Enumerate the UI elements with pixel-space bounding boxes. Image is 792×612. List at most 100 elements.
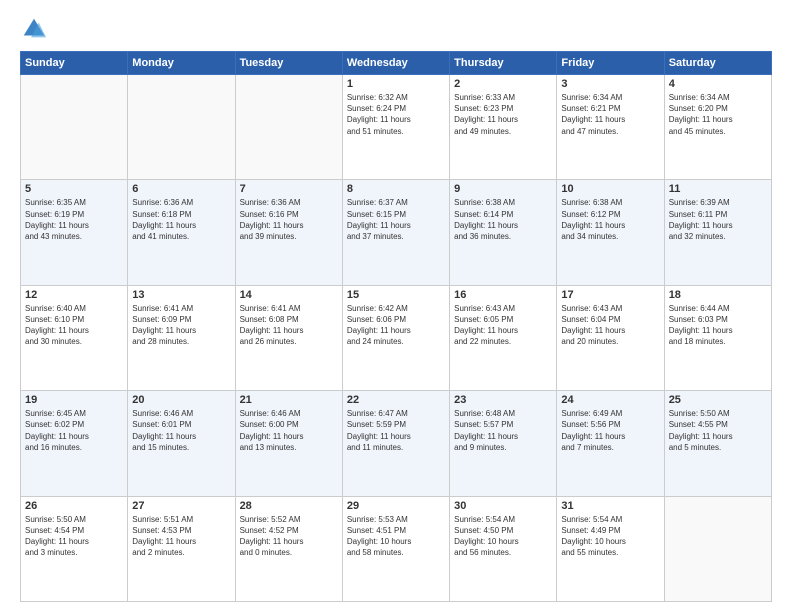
day-number: 10 xyxy=(561,183,659,195)
calendar-cell: 24Sunrise: 6:49 AM Sunset: 5:56 PM Dayli… xyxy=(557,391,664,496)
calendar-cell: 26Sunrise: 5:50 AM Sunset: 4:54 PM Dayli… xyxy=(21,496,128,601)
weekday-header-wednesday: Wednesday xyxy=(342,52,449,75)
day-number: 11 xyxy=(669,183,767,195)
week-row-1: 1Sunrise: 6:32 AM Sunset: 6:24 PM Daylig… xyxy=(21,75,772,180)
day-number: 20 xyxy=(132,394,230,406)
calendar-cell: 14 Sunrise: 6:41 AM Sunset: 6:08 PM Dayli… xyxy=(235,285,342,390)
cell-info: Sunrise: 6:38 AM Sunset: 6:14 PM Dayligh… xyxy=(454,197,552,242)
day-number: 31 xyxy=(561,500,659,512)
calendar-cell: 12 Sunrise: 6:40 AM Sunset: 6:10 PM Dayli… xyxy=(21,285,128,390)
cell-info: Sunrise: 6:42 AM Sunset: 6:06 PM Dayligh… xyxy=(347,303,445,348)
weekday-header-saturday: Saturday xyxy=(664,52,771,75)
cell-info: Sunrise: 6:36 AM Sunset: 6:18 PM Dayligh… xyxy=(132,197,230,242)
cell-info: Sunrise: 6:36 AM Sunset: 6:16 PM Dayligh… xyxy=(240,197,338,242)
cell-info: Sunrise: 6:44 AM Sunset: 6:03 PM Dayligh… xyxy=(669,303,767,348)
header xyxy=(20,15,772,43)
calendar-cell: 13Sunrise: 6:41 AM Sunset: 6:09 PM Dayli… xyxy=(128,285,235,390)
day-number: 5 xyxy=(25,183,123,195)
cell-info: Sunrise: 6:41 AM Sunset: 6:08 PM Dayligh… xyxy=(240,303,338,348)
day-number: 28 xyxy=(240,500,338,512)
day-number: 29 xyxy=(347,500,445,512)
calendar-cell: 18 Sunrise: 6:44 AM Sunset: 6:03 PM Dayli… xyxy=(664,285,771,390)
calendar-cell: 9 Sunrise: 6:38 AM Sunset: 6:14 PM Daylig… xyxy=(450,180,557,285)
day-number: 8 xyxy=(347,183,445,195)
weekday-header-monday: Monday xyxy=(128,52,235,75)
calendar-cell: 31 Sunrise: 5:54 AM Sunset: 4:49 PM Dayli… xyxy=(557,496,664,601)
weekday-header-thursday: Thursday xyxy=(450,52,557,75)
calendar-cell: 15 Sunrise: 6:42 AM Sunset: 6:06 PM Dayli… xyxy=(342,285,449,390)
calendar-cell: 6 Sunrise: 6:36 AM Sunset: 6:18 PM Daylig… xyxy=(128,180,235,285)
calendar-cell xyxy=(21,75,128,180)
calendar-cell: 23Sunrise: 6:48 AM Sunset: 5:57 PM Dayli… xyxy=(450,391,557,496)
calendar-cell: 16 Sunrise: 6:43 AM Sunset: 6:05 PM Dayli… xyxy=(450,285,557,390)
calendar-cell: 17 Sunrise: 6:43 AM Sunset: 6:04 PM Dayli… xyxy=(557,285,664,390)
weekday-header-friday: Friday xyxy=(557,52,664,75)
cell-info: Sunrise: 6:49 AM Sunset: 5:56 PM Dayligh… xyxy=(561,408,659,453)
cell-info: Sunrise: 6:39 AM Sunset: 6:11 PM Dayligh… xyxy=(669,197,767,242)
cell-info: Sunrise: 6:41 AM Sunset: 6:09 PM Dayligh… xyxy=(132,303,230,348)
day-number: 15 xyxy=(347,289,445,301)
cell-info: Sunrise: 6:43 AM Sunset: 6:05 PM Dayligh… xyxy=(454,303,552,348)
day-number: 9 xyxy=(454,183,552,195)
week-row-4: 19 Sunrise: 6:45 AM Sunset: 6:02 PM Dayli… xyxy=(21,391,772,496)
day-number: 6 xyxy=(132,183,230,195)
cell-info: Sunrise: 6:43 AM Sunset: 6:04 PM Dayligh… xyxy=(561,303,659,348)
cell-info: Sunrise: 6:33 AM Sunset: 6:23 PM Dayligh… xyxy=(454,92,552,137)
calendar-cell: 29Sunrise: 5:53 AM Sunset: 4:51 PM Dayli… xyxy=(342,496,449,601)
cell-info: Sunrise: 6:37 AM Sunset: 6:15 PM Dayligh… xyxy=(347,197,445,242)
calendar-cell: 5Sunrise: 6:35 AM Sunset: 6:19 PM Daylig… xyxy=(21,180,128,285)
day-number: 7 xyxy=(240,183,338,195)
calendar-cell: 11 Sunrise: 6:39 AM Sunset: 6:11 PM Dayli… xyxy=(664,180,771,285)
day-number: 27 xyxy=(132,500,230,512)
logo xyxy=(20,15,52,43)
day-number: 19 xyxy=(25,394,123,406)
calendar-table: SundayMondayTuesdayWednesdayThursdayFrid… xyxy=(20,51,772,602)
cell-info: Sunrise: 6:40 AM Sunset: 6:10 PM Dayligh… xyxy=(25,303,123,348)
cell-info: Sunrise: 6:32 AM Sunset: 6:24 PM Dayligh… xyxy=(347,92,445,137)
calendar-page: SundayMondayTuesdayWednesdayThursdayFrid… xyxy=(0,0,792,612)
calendar-cell: 25Sunrise: 5:50 AM Sunset: 4:55 PM Dayli… xyxy=(664,391,771,496)
calendar-cell: 22 Sunrise: 6:47 AM Sunset: 5:59 PM Dayli… xyxy=(342,391,449,496)
calendar-cell: 4 Sunrise: 6:34 AM Sunset: 6:20 PM Daylig… xyxy=(664,75,771,180)
cell-info: Sunrise: 6:45 AM Sunset: 6:02 PM Dayligh… xyxy=(25,408,123,453)
day-number: 30 xyxy=(454,500,552,512)
cell-info: Sunrise: 5:51 AM Sunset: 4:53 PM Dayligh… xyxy=(132,514,230,559)
day-number: 26 xyxy=(25,500,123,512)
cell-info: Sunrise: 6:34 AM Sunset: 6:21 PM Dayligh… xyxy=(561,92,659,137)
day-number: 16 xyxy=(454,289,552,301)
cell-info: Sunrise: 6:47 AM Sunset: 5:59 PM Dayligh… xyxy=(347,408,445,453)
calendar-cell: 21 Sunrise: 6:46 AM Sunset: 6:00 PM Dayli… xyxy=(235,391,342,496)
day-number: 21 xyxy=(240,394,338,406)
calendar-cell: 27 Sunrise: 5:51 AM Sunset: 4:53 PM Dayli… xyxy=(128,496,235,601)
calendar-cell xyxy=(128,75,235,180)
cell-info: Sunrise: 5:54 AM Sunset: 4:49 PM Dayligh… xyxy=(561,514,659,559)
calendar-cell: 28Sunrise: 5:52 AM Sunset: 4:52 PM Dayli… xyxy=(235,496,342,601)
day-number: 25 xyxy=(669,394,767,406)
logo-icon xyxy=(20,15,48,43)
cell-info: Sunrise: 6:34 AM Sunset: 6:20 PM Dayligh… xyxy=(669,92,767,137)
day-number: 3 xyxy=(561,78,659,90)
calendar-cell: 10Sunrise: 6:38 AM Sunset: 6:12 PM Dayli… xyxy=(557,180,664,285)
cell-info: Sunrise: 5:54 AM Sunset: 4:50 PM Dayligh… xyxy=(454,514,552,559)
weekday-header-tuesday: Tuesday xyxy=(235,52,342,75)
day-number: 12 xyxy=(25,289,123,301)
calendar-cell: 1Sunrise: 6:32 AM Sunset: 6:24 PM Daylig… xyxy=(342,75,449,180)
week-row-2: 5Sunrise: 6:35 AM Sunset: 6:19 PM Daylig… xyxy=(21,180,772,285)
day-number: 2 xyxy=(454,78,552,90)
cell-info: Sunrise: 6:46 AM Sunset: 6:00 PM Dayligh… xyxy=(240,408,338,453)
day-number: 14 xyxy=(240,289,338,301)
day-number: 4 xyxy=(669,78,767,90)
calendar-cell: 20 Sunrise: 6:46 AM Sunset: 6:01 PM Dayli… xyxy=(128,391,235,496)
cell-info: Sunrise: 6:46 AM Sunset: 6:01 PM Dayligh… xyxy=(132,408,230,453)
weekday-header-row: SundayMondayTuesdayWednesdayThursdayFrid… xyxy=(21,52,772,75)
calendar-cell: 8 Sunrise: 6:37 AM Sunset: 6:15 PM Daylig… xyxy=(342,180,449,285)
day-number: 22 xyxy=(347,394,445,406)
day-number: 18 xyxy=(669,289,767,301)
calendar-cell: 3 Sunrise: 6:34 AM Sunset: 6:21 PM Daylig… xyxy=(557,75,664,180)
calendar-cell: 30 Sunrise: 5:54 AM Sunset: 4:50 PM Dayli… xyxy=(450,496,557,601)
calendar-cell: 7 Sunrise: 6:36 AM Sunset: 6:16 PM Daylig… xyxy=(235,180,342,285)
calendar-cell xyxy=(664,496,771,601)
day-number: 17 xyxy=(561,289,659,301)
calendar-cell: 19 Sunrise: 6:45 AM Sunset: 6:02 PM Dayli… xyxy=(21,391,128,496)
day-number: 23 xyxy=(454,394,552,406)
